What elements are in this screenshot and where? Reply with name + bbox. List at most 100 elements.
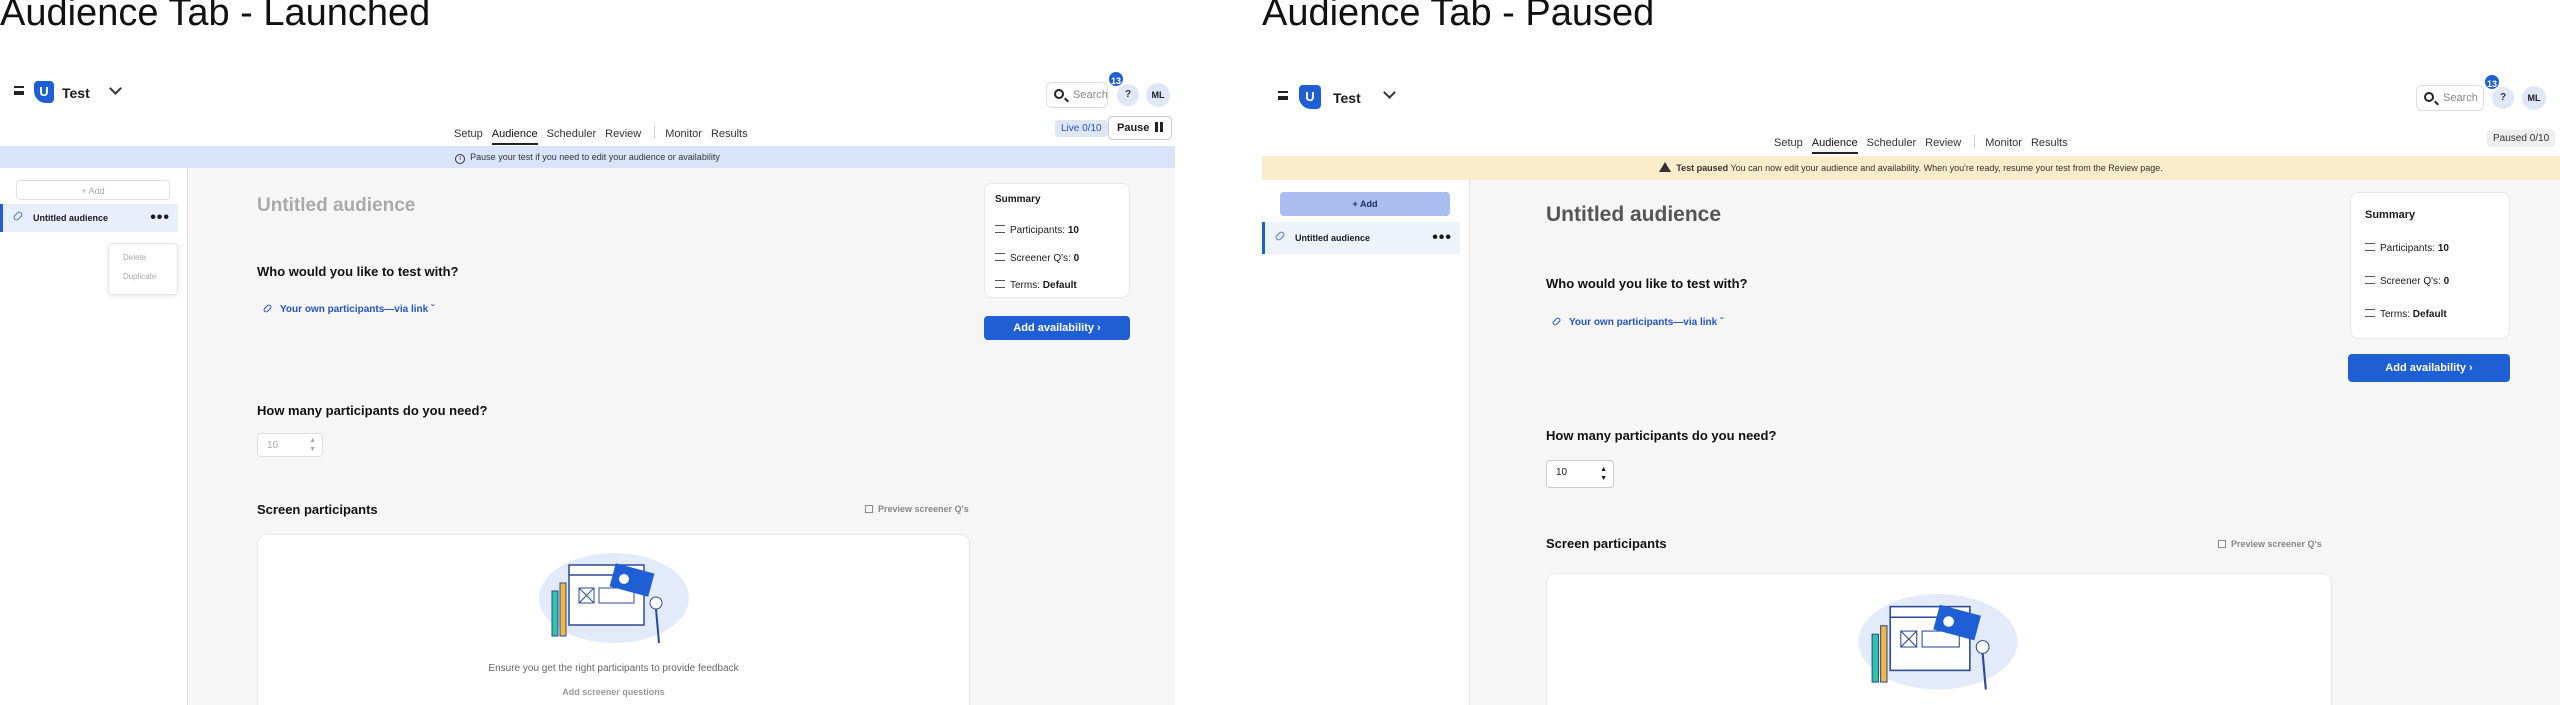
pause-button[interactable]: Pause — [1108, 116, 1173, 140]
hamburger-menu-icon[interactable] — [14, 86, 24, 95]
notification-badge[interactable]: 13 — [2483, 73, 2501, 91]
add-screener-button[interactable]: Add screener questions — [258, 687, 969, 697]
avatar[interactable]: ML — [1146, 83, 1170, 107]
external-link-icon — [2218, 540, 2226, 548]
link-icon — [262, 303, 273, 314]
app-logo: U — [1299, 85, 1321, 109]
context-menu: Delete Duplicate — [108, 243, 178, 295]
menu-item-delete[interactable]: Delete — [109, 244, 177, 270]
summary-card: Summary Participants: 10 Screener Q's: 0… — [984, 183, 1130, 298]
search-input[interactable]: Search — [2416, 85, 2484, 111]
tab-scheduler[interactable]: Scheduler — [547, 128, 597, 143]
preview-label: Preview screener Q's — [878, 504, 969, 514]
tab-setup[interactable]: Setup — [1774, 137, 1803, 152]
tab-review[interactable]: Review — [1925, 137, 1961, 152]
question-how-many: How many participants do you need? — [257, 403, 488, 418]
tab-setup[interactable]: Setup — [454, 128, 483, 143]
summary-card: Summary Participants: 10 Screener Q's: 0… — [2350, 192, 2510, 339]
more-options-icon[interactable]: ••• — [150, 204, 170, 232]
preview-screener-link[interactable]: Preview screener Q's — [2218, 539, 2322, 549]
participant-count-stepper[interactable]: 10 ▲ ▼ — [257, 433, 323, 457]
participant-count-value: 10 — [267, 440, 279, 451]
search-icon — [2424, 92, 2434, 102]
stepper-arrows-icon: ▲ ▼ — [1600, 466, 1607, 482]
link-icon — [12, 210, 24, 222]
terms-label: Terms: — [1010, 280, 1040, 291]
filter-icon — [995, 253, 1005, 261]
tab-results[interactable]: Results — [711, 128, 748, 143]
tab-bar: Setup Audience Scheduler Review Monitor Resul… — [1774, 135, 2077, 154]
add-audience-button[interactable]: + Add — [16, 180, 170, 200]
audience-item-label: Untitled audience — [33, 213, 109, 223]
add-label: Add — [1359, 199, 1378, 209]
sidebar-item-audience[interactable]: Untitled audience ••• — [0, 204, 178, 232]
tab-review[interactable]: Review — [605, 128, 641, 143]
tab-monitor[interactable]: Monitor — [1985, 137, 2022, 152]
tab-scheduler[interactable]: Scheduler — [1867, 137, 1917, 152]
terms-value: Default — [1042, 280, 1077, 291]
document-icon — [2365, 309, 2375, 317]
summary-title: Summary — [2365, 209, 2416, 221]
audience-title[interactable]: Untitled audience — [257, 195, 415, 217]
add-availability-label: Add availability — [2385, 362, 2466, 374]
avatar[interactable]: ML — [2522, 86, 2546, 110]
sidebar-item-audience[interactable]: Untitled audience ••• — [1262, 222, 1460, 254]
recruitment-method-dropdown[interactable]: Your own participants—via link ˇ — [1551, 316, 1724, 328]
tab-monitor[interactable]: Monitor — [665, 128, 702, 143]
people-icon — [2365, 243, 2375, 251]
summary-title: Summary — [995, 194, 1041, 205]
chevron-down-icon[interactable] — [1383, 86, 1396, 99]
more-options-icon[interactable]: ••• — [1432, 222, 1452, 254]
pause-label: Pause — [1117, 122, 1150, 134]
question-how-many: How many participants do you need? — [1546, 428, 1777, 443]
summary-participants: Participants: 10 — [2365, 243, 2449, 254]
participant-count-value: 10 — [1556, 467, 1568, 478]
hamburger-menu-icon[interactable] — [1278, 91, 1288, 100]
chevron-down-icon[interactable] — [109, 82, 122, 95]
plus-icon: + — [81, 186, 89, 196]
audience-title[interactable]: Untitled audience — [1546, 203, 1721, 227]
notification-badge[interactable]: 13 — [1107, 70, 1125, 88]
add-availability-button[interactable]: Add availability › — [2348, 354, 2510, 382]
tab-audience[interactable]: Audience — [1811, 137, 1858, 154]
chevron-down-icon: ˇ — [1719, 317, 1724, 328]
info-banner: i Pause your test if you need to edit you… — [0, 146, 1175, 168]
summary-participants: Participants: 10 — [995, 225, 1079, 236]
warning-icon — [1659, 162, 1672, 172]
add-availability-button[interactable]: Add availability › — [984, 316, 1130, 340]
audience-sidebar: + Add Untitled audience ••• Delete Dupli… — [0, 168, 188, 705]
app-logo: U — [34, 81, 54, 103]
tab-bar: Setup Audience Scheduler Review Monitor Resul… — [454, 126, 757, 145]
top-bar: U Test Search ? 13 ML — [1262, 73, 2560, 123]
banner-text: Pause your test if you need to edit your… — [470, 152, 720, 162]
screen-participants-heading: Screen participants — [1546, 536, 1667, 551]
tab-results[interactable]: Results — [2031, 137, 2068, 152]
screen-participants-heading: Screen participants — [257, 502, 378, 517]
search-input[interactable]: Search — [1046, 82, 1108, 108]
add-audience-button[interactable]: + Add — [1280, 192, 1450, 216]
preview-screener-link[interactable]: Preview screener Q's — [865, 504, 969, 514]
tab-divider — [1974, 135, 1976, 148]
participants-value: 10 — [1067, 225, 1079, 236]
project-name[interactable]: Test — [62, 85, 90, 101]
info-icon: i — [455, 154, 466, 164]
tab-audience[interactable]: Audience — [491, 128, 538, 145]
help-button[interactable]: ? — [1117, 84, 1139, 106]
document-icon — [995, 280, 1005, 288]
chevron-right-icon: › — [1097, 322, 1101, 334]
recruitment-method-dropdown[interactable]: Your own participants—via link ˇ — [262, 303, 434, 315]
chevron-right-icon: › — [2469, 362, 2473, 374]
question-who: Who would you like to test with? — [1546, 276, 1748, 291]
screener-label: Screener Q's: — [2380, 276, 2441, 287]
screener-value: 0 — [1073, 253, 1080, 264]
recruitment-method-label: Your own participants—via link — [1569, 317, 1718, 328]
audience-sidebar: + Add Untitled audience ••• — [1262, 180, 1470, 705]
add-label: Add — [88, 186, 105, 196]
menu-item-duplicate[interactable]: Duplicate — [109, 270, 177, 289]
warning-banner: Test paused You can now edit your audien… — [1262, 156, 2560, 180]
tab-divider — [654, 126, 656, 139]
project-name[interactable]: Test — [1333, 90, 1361, 106]
participant-count-stepper[interactable]: 10 ▲ ▼ — [1546, 460, 1614, 488]
screener-card: Ensure you get the right participants to… — [257, 534, 970, 705]
screener-label: Screener Q's: — [1010, 253, 1071, 264]
